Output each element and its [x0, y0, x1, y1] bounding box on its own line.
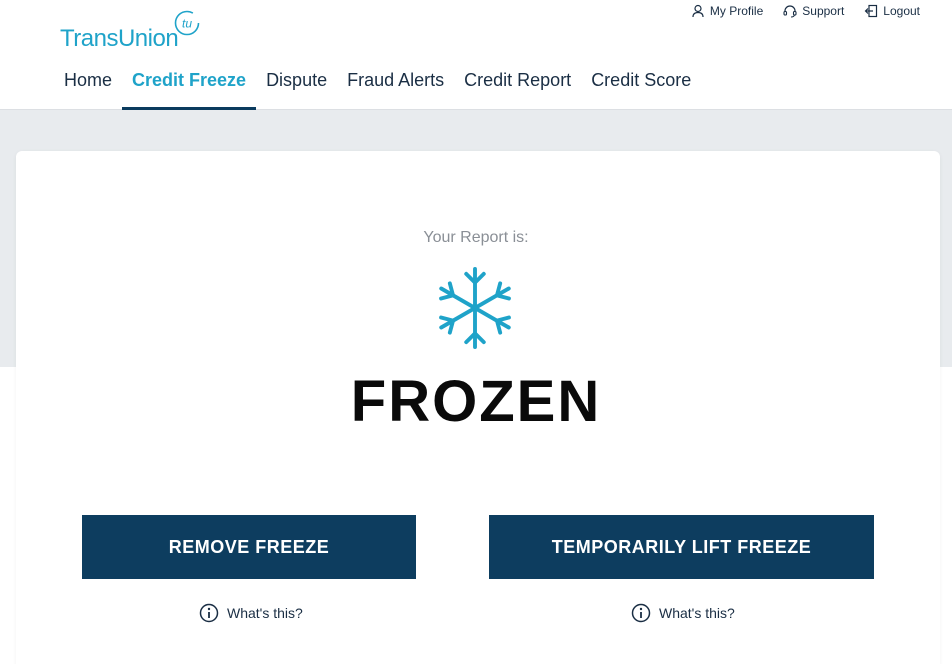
whats-this-label: What's this?	[659, 605, 735, 621]
site-header: TransUnion tu My Profile Support Logout …	[0, 0, 952, 110]
nav-dispute[interactable]: Dispute	[256, 66, 337, 110]
remove-freeze-button[interactable]: REMOVE FREEZE	[82, 515, 416, 579]
whats-this-label: What's this?	[227, 605, 303, 621]
tu-logo-icon: tu	[174, 10, 200, 36]
logo-text: TransUnion	[60, 25, 179, 52]
my-profile-link[interactable]: My Profile	[691, 4, 763, 18]
user-icon	[692, 4, 704, 18]
logout-icon	[864, 4, 878, 18]
logout-link[interactable]: Logout	[864, 4, 920, 18]
info-icon	[199, 603, 219, 623]
freeze-status-value: FROZEN	[350, 369, 602, 434]
logo-mark-text: tu	[182, 17, 192, 31]
transunion-logo[interactable]: TransUnion tu	[60, 10, 205, 52]
nav-credit-score[interactable]: Credit Score	[581, 66, 701, 110]
nav-credit-report[interactable]: Credit Report	[454, 66, 581, 110]
support-label: Support	[802, 4, 845, 18]
snowflake-icon	[439, 267, 511, 349]
support-link[interactable]: Support	[783, 4, 844, 18]
logout-label: Logout	[883, 4, 920, 18]
utility-nav: My Profile Support Logout	[691, 4, 920, 18]
my-profile-label: My Profile	[709, 4, 764, 18]
nav-credit-freeze[interactable]: Credit Freeze	[122, 66, 257, 110]
nav-home[interactable]: Home	[54, 66, 122, 110]
temporarily-lift-freeze-button[interactable]: TEMPORARILY LIFT FREEZE	[489, 515, 874, 579]
headset-icon	[783, 5, 797, 18]
whats-this-lift-link[interactable]: What's this?	[631, 603, 735, 623]
nav-fraud-alerts[interactable]: Fraud Alerts	[337, 66, 454, 110]
status-label: Your Report is:	[423, 229, 529, 246]
main-nav: Home Credit Freeze Dispute Fraud Alerts …	[54, 66, 701, 110]
info-icon	[631, 603, 651, 623]
whats-this-remove-link[interactable]: What's this?	[199, 603, 303, 623]
